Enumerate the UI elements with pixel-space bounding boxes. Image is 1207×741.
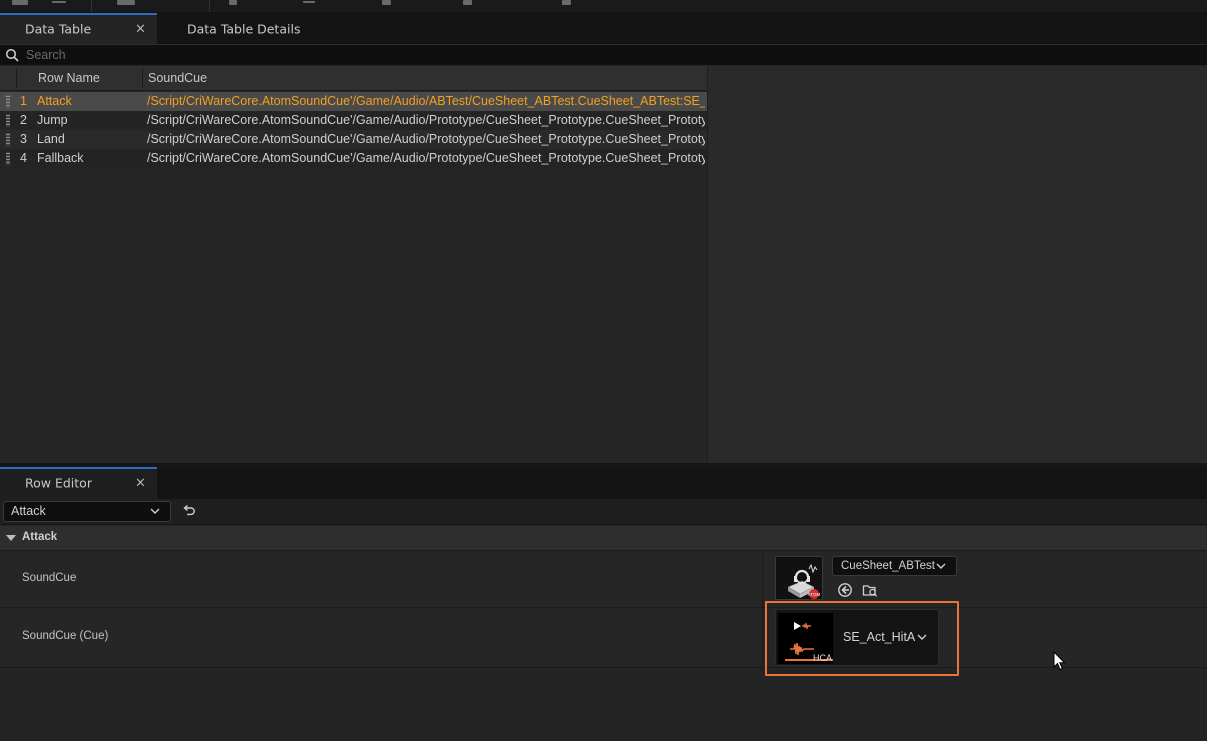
row-name: Land [37, 132, 65, 146]
reimport-icon[interactable] [562, 0, 571, 5]
row-number: 2 [20, 113, 27, 127]
row-select-dropdown[interactable]: Attack [3, 501, 171, 522]
data-table-details-panel [707, 66, 1207, 463]
row-select-value: Attack [11, 504, 46, 518]
cue-name: SE_Act_HitA [843, 630, 916, 644]
tab-data-table-label: Data Table [25, 21, 92, 36]
column-header-row-name[interactable]: Row Name [33, 66, 100, 90]
save-icon[interactable] [12, 0, 28, 5]
row-name: Fallback [37, 151, 84, 165]
asset-picker-value: CueSheet_ABTest [841, 560, 935, 572]
tab-data-table[interactable]: Data Table × [0, 13, 157, 44]
grid-header: Row Name SoundCue [0, 66, 707, 91]
category-header[interactable]: Attack [0, 526, 1207, 551]
data-table-tabbar: Data Table × Data Table Details [0, 13, 1207, 44]
data-table-grid: Row Name SoundCue 1 Attack /Script/CriWa… [0, 66, 707, 463]
property-label: SoundCue (Cue) [22, 630, 109, 642]
tab-data-table-details-label: Data Table Details [187, 21, 301, 36]
svg-text:ATOM: ATOM [808, 592, 821, 597]
chevron-down-icon [917, 634, 927, 640]
table-row[interactable]: 3 Land /Script/CriWareCore.AtomSoundCue'… [0, 130, 707, 149]
cue-sheet-icon: ATOM [776, 557, 822, 599]
cue-picker[interactable]: HCA SE_Act_HitA [775, 609, 939, 666]
row-name: Jump [37, 113, 68, 127]
main-toolbar [0, 0, 1207, 13]
chevron-down-icon [150, 508, 160, 514]
property-column-divider[interactable] [762, 609, 763, 667]
table-row[interactable]: 4 Fallback /Script/CriWareCore.AtomSound… [0, 149, 707, 168]
reset-icon[interactable] [181, 504, 196, 519]
close-icon[interactable]: × [135, 21, 146, 36]
toolbar-separator [209, 0, 210, 12]
table-row[interactable]: 1 Attack /Script/CriWareCore.AtomSoundCu… [0, 92, 707, 111]
remove-icon[interactable] [463, 0, 472, 5]
browse-to-asset-icon[interactable] [862, 582, 878, 598]
search-bar [0, 44, 1207, 65]
paste-icon[interactable] [303, 0, 315, 3]
toolbar-separator [91, 0, 92, 12]
tab-row-editor[interactable]: Row Editor × [0, 467, 157, 499]
duplicate-icon[interactable] [382, 0, 391, 5]
row-soundcue-value: /Script/CriWareCore.AtomSoundCue'/Game/A… [147, 151, 705, 165]
tab-row-editor-label: Row Editor [25, 475, 92, 491]
row-number: 4 [20, 151, 27, 165]
column-separator [16, 68, 17, 88]
drag-handle-icon[interactable] [6, 114, 10, 127]
table-row[interactable]: 2 Jump /Script/CriWareCore.AtomSoundCue'… [0, 111, 707, 130]
drag-handle-icon[interactable] [6, 95, 10, 108]
row-number: 3 [20, 132, 27, 146]
row-soundcue-value: /Script/CriWareCore.AtomSoundCue'/Game/A… [147, 113, 705, 127]
browse-icon[interactable] [52, 0, 66, 3]
column-header-soundcue[interactable]: SoundCue [143, 66, 207, 90]
tab-data-table-details[interactable]: Data Table Details [162, 13, 332, 44]
row-soundcue-value: /Script/CriWareCore.AtomSoundCue'/Game/A… [147, 132, 705, 146]
chevron-down-icon [936, 563, 946, 569]
category-title: Attack [22, 531, 58, 543]
asset-picker-dropdown[interactable]: CueSheet_ABTest [832, 556, 957, 576]
tab-active-indicator [0, 13, 157, 15]
use-selected-icon[interactable] [837, 582, 853, 598]
mouse-cursor-icon [1053, 651, 1066, 671]
property-row-soundcue-cue: SoundCue (Cue) [0, 609, 1207, 668]
copy-icon[interactable] [229, 0, 237, 5]
close-icon[interactable]: × [135, 476, 146, 491]
property-row-soundcue: SoundCue [0, 552, 1207, 608]
search-input[interactable] [26, 45, 1196, 65]
drag-handle-icon[interactable] [6, 152, 10, 165]
row-number: 1 [20, 94, 27, 108]
row-editor-tabbar: Row Editor × [0, 467, 1207, 499]
row-soundcue-value: /Script/CriWareCore.AtomSoundCue'/Game/A… [147, 94, 705, 108]
property-label: SoundCue [22, 572, 77, 584]
add-row-icon[interactable] [117, 0, 135, 5]
drag-handle-icon[interactable] [6, 133, 10, 146]
cue-thumbnail: HCA [778, 613, 833, 664]
row-editor-toolbar: Attack [0, 499, 1207, 525]
property-column-divider[interactable] [762, 552, 763, 607]
search-icon [5, 48, 19, 62]
cue-codec-badge: HCA [812, 653, 832, 663]
row-name: Attack [37, 94, 72, 108]
asset-thumbnail[interactable]: ATOM [775, 556, 823, 600]
tab-active-indicator [0, 467, 157, 469]
expand-arrow-icon[interactable] [6, 535, 16, 541]
